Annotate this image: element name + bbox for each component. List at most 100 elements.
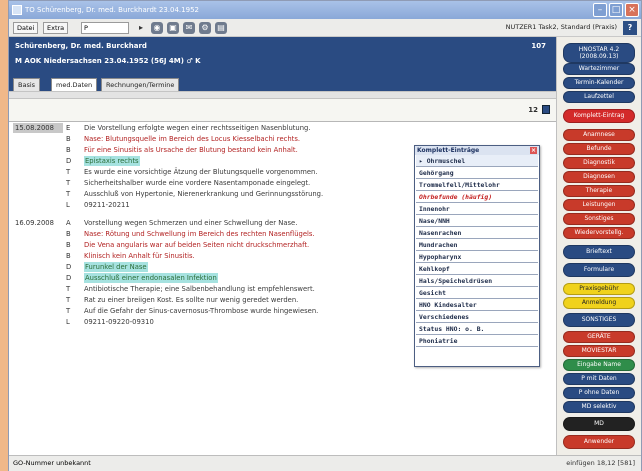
entry-line[interactable]: E Die Vorstellung erfolgte wegen einer re… bbox=[64, 123, 311, 133]
popup-item[interactable]: ▸ Ohrmuschel bbox=[416, 155, 538, 167]
page-number: 12 bbox=[528, 106, 538, 114]
entry-line[interactable]: T Ausschluß von Hypertonie, Nierenerkrank… bbox=[64, 189, 323, 199]
toolbar-icon-3[interactable]: ✉ bbox=[183, 22, 195, 34]
popup-item[interactable]: Mundrachen bbox=[416, 239, 538, 251]
sidebar-button-anmeldung[interactable]: Anmeldung bbox=[563, 297, 635, 309]
toolbar-icon-5[interactable]: ▤ bbox=[215, 22, 227, 34]
komplett-eintraege-popup: Komplett-Einträge × ▸ Ohrmuschel Gehörgan… bbox=[414, 145, 540, 367]
maximize-button[interactable]: □ bbox=[609, 3, 623, 17]
entry-date[interactable]: 15.08.2008 bbox=[13, 123, 63, 133]
sidebar-button-hnostar-4-2-2008-09-13[interactable]: HNOSTAR 4.2 (2008.09.13) bbox=[563, 43, 635, 63]
tab-bar: Basis med.Daten Rechnungen/Termine bbox=[9, 75, 556, 91]
entry-line[interactable]: B Klinisch kein Anhalt für Sinusitis. bbox=[64, 251, 195, 261]
toolbar-icon-2[interactable]: ▣ bbox=[167, 22, 179, 34]
sidebar-button-anamnese[interactable]: Anamnese bbox=[563, 129, 635, 141]
status-left: GO-Nummer unbekannt bbox=[13, 459, 91, 467]
popup-item[interactable]: Trommelfell/Mittelohr bbox=[416, 179, 538, 191]
sidebar-button-p-ohne-daten[interactable]: P ohne Daten bbox=[563, 387, 635, 399]
patient-name: Schürenberg, Dr. med. Burckhard bbox=[15, 42, 147, 50]
sidebar-button-wartezimmer[interactable]: Wartezimmer bbox=[563, 63, 635, 75]
title-bar[interactable]: TO Schürenberg, Dr. med. Burckhardt 23.0… bbox=[9, 1, 641, 19]
sidebar-button-laufzettel[interactable]: Laufzettel bbox=[563, 91, 635, 103]
app-icon bbox=[12, 5, 22, 15]
popup-item[interactable]: Innenohr bbox=[416, 203, 538, 215]
entry-line[interactable]: T Sicherheitshalber wurde eine vordere Na… bbox=[64, 178, 310, 188]
popup-item[interactable]: Gehörgang bbox=[416, 167, 538, 179]
popup-item[interactable]: Kehlkopf bbox=[416, 263, 538, 275]
sidebar-button-brieftext[interactable]: Brieftext bbox=[563, 245, 635, 259]
popup-item[interactable]: Status HNO: o. B. bbox=[416, 323, 538, 335]
sidebar-button-sonstiges[interactable]: Sonstiges bbox=[563, 213, 635, 225]
close-button[interactable]: × bbox=[625, 3, 639, 17]
toolbar-icon-4[interactable]: ⚙ bbox=[199, 22, 211, 34]
sidebar-button-formulare[interactable]: Formulare bbox=[563, 263, 635, 277]
patient-insurance: M AOK Niedersachsen 23.04.1952 (56J 4M) … bbox=[15, 57, 201, 65]
sidebar-button-leistungen[interactable]: Leistungen bbox=[563, 199, 635, 211]
save-icon[interactable] bbox=[542, 105, 550, 114]
application-window: TO Schürenberg, Dr. med. Burckhardt 23.0… bbox=[8, 0, 642, 471]
patient-number: 107 bbox=[531, 42, 546, 50]
sidebar-button-anwender[interactable]: Anwender bbox=[563, 435, 635, 449]
sidebar-button-p-mit-daten[interactable]: P mit Daten bbox=[563, 373, 635, 385]
entry-line[interactable]: B Nase: Blutungsquelle im Bereich des Loc… bbox=[64, 134, 300, 144]
sidebar-button-wiedervorstellg[interactable]: Wiedervorstellg. bbox=[563, 227, 635, 239]
entry-line[interactable]: T Auf die Gefahr der Sinus-cavernosus-Thr… bbox=[64, 306, 318, 316]
entries-header: 12 bbox=[9, 99, 556, 121]
entry-line[interactable]: B Die Vena angularis war auf beiden Seite… bbox=[64, 240, 309, 250]
popup-item[interactable]: Hypopharynx bbox=[416, 251, 538, 263]
popup-item[interactable]: Ohrbefunde (häufig) bbox=[416, 191, 538, 203]
sidebar-button-md-selektiv[interactable]: MD selektiv bbox=[563, 401, 635, 413]
sidebar-button-termin-kalender[interactable]: Termin-Kalender bbox=[563, 77, 635, 89]
entry-date[interactable]: 16.09.2008 bbox=[13, 218, 63, 228]
popup-item[interactable]: Nasenrachen bbox=[416, 227, 538, 239]
sidebar-button-praxisgebühr[interactable]: Praxisgebühr bbox=[563, 283, 635, 295]
status-bar: GO-Nummer unbekannt einfügen 18,12 [581] bbox=[9, 455, 641, 471]
sidebar-button-moviestar[interactable]: MOVIESTAR bbox=[563, 345, 635, 357]
minimize-button[interactable]: – bbox=[593, 3, 607, 17]
popup-item[interactable]: Phoniatrie bbox=[416, 335, 538, 347]
tab-med-daten[interactable]: med.Daten bbox=[51, 78, 98, 91]
help-button[interactable]: ? bbox=[623, 21, 637, 35]
entry-line[interactable]: D Furunkel der Nase bbox=[64, 262, 148, 272]
popup-item[interactable]: Verschiedenes bbox=[416, 311, 538, 323]
entry-line[interactable]: D Ausschluß einer endonasalen Infektion bbox=[64, 273, 218, 283]
popup-item[interactable]: HNO Kindesalter bbox=[416, 299, 538, 311]
toolbar: Datei Extra P ▸ ◉ ▣ ✉ ⚙ ▤ NUTZER1 Task2,… bbox=[9, 19, 641, 37]
entry-line[interactable]: D Epistaxis rechts bbox=[64, 156, 140, 166]
tab-basis[interactable]: Basis bbox=[13, 78, 41, 91]
splitter-handle[interactable] bbox=[9, 91, 556, 99]
patient-header: Schürenberg, Dr. med. Burckhard M AOK Ni… bbox=[9, 37, 556, 75]
entry-line[interactable]: T Es wurde eine vorsichtige Ätzung der Bl… bbox=[64, 167, 318, 177]
menu-datei[interactable]: Datei bbox=[13, 22, 39, 34]
patient-search-input[interactable]: P bbox=[81, 22, 129, 34]
sidebar-button-diagnosen[interactable]: Diagnosen bbox=[563, 171, 635, 183]
function-sidebar: HNOSTAR 4.2 (2008.09.13) Wartezimmer Termi… bbox=[556, 37, 641, 455]
entry-line[interactable]: B Für eine Sinusitis als Ursache der Blut… bbox=[64, 145, 298, 155]
entry-line[interactable]: T Antibiotische Therapie; eine Salbenbeha… bbox=[64, 284, 315, 294]
sidebar-button-md[interactable]: MD bbox=[563, 417, 635, 431]
sidebar-button-therapie[interactable]: Therapie bbox=[563, 185, 635, 197]
entry-line[interactable]: L 09211-20211 bbox=[64, 200, 130, 210]
popup-item[interactable]: Gesicht bbox=[416, 287, 538, 299]
entry-line[interactable]: B Nase: Rötung und Schwellung im Bereich … bbox=[64, 229, 315, 239]
sidebar-button-befunde[interactable]: Befunde bbox=[563, 143, 635, 155]
arrow-right-icon[interactable]: ▸ bbox=[135, 22, 147, 34]
popup-item[interactable]: Hals/Speicheldrüsen bbox=[416, 275, 538, 287]
window-title: TO Schürenberg, Dr. med. Burckhardt 23.0… bbox=[25, 6, 199, 14]
user-info: NUTZER1 Task2, Standard (Praxis) bbox=[505, 23, 617, 31]
menu-extra[interactable]: Extra bbox=[43, 22, 69, 34]
popup-close-icon[interactable]: × bbox=[530, 147, 537, 154]
toolbar-icon-1[interactable]: ◉ bbox=[151, 22, 163, 34]
status-right: einfügen 18,12 [581] bbox=[566, 459, 635, 467]
sidebar-button-geräte[interactable]: GERÄTE bbox=[563, 331, 635, 343]
popup-item[interactable]: Nase/NNH bbox=[416, 215, 538, 227]
popup-title: Komplett-Einträge × bbox=[415, 146, 539, 155]
sidebar-button-diagnostik[interactable]: Diagnostik bbox=[563, 157, 635, 169]
tab-rechnungen-termine[interactable]: Rechnungen/Termine bbox=[101, 78, 180, 91]
entry-line[interactable]: A Vorstellung wegen Schmerzen und einer S… bbox=[64, 218, 297, 228]
sidebar-button-sonstiges[interactable]: SONSTIGES bbox=[563, 313, 635, 327]
entry-line[interactable]: T Rat zu einer breiigen Kost. Es sollte n… bbox=[64, 295, 298, 305]
sidebar-button-eingabe-name[interactable]: Eingabe Name bbox=[563, 359, 635, 371]
sidebar-button-komplett-eintrag[interactable]: Komplett-Eintrag bbox=[563, 109, 635, 123]
entry-line[interactable]: L 09211-09220-09310 bbox=[64, 317, 154, 327]
